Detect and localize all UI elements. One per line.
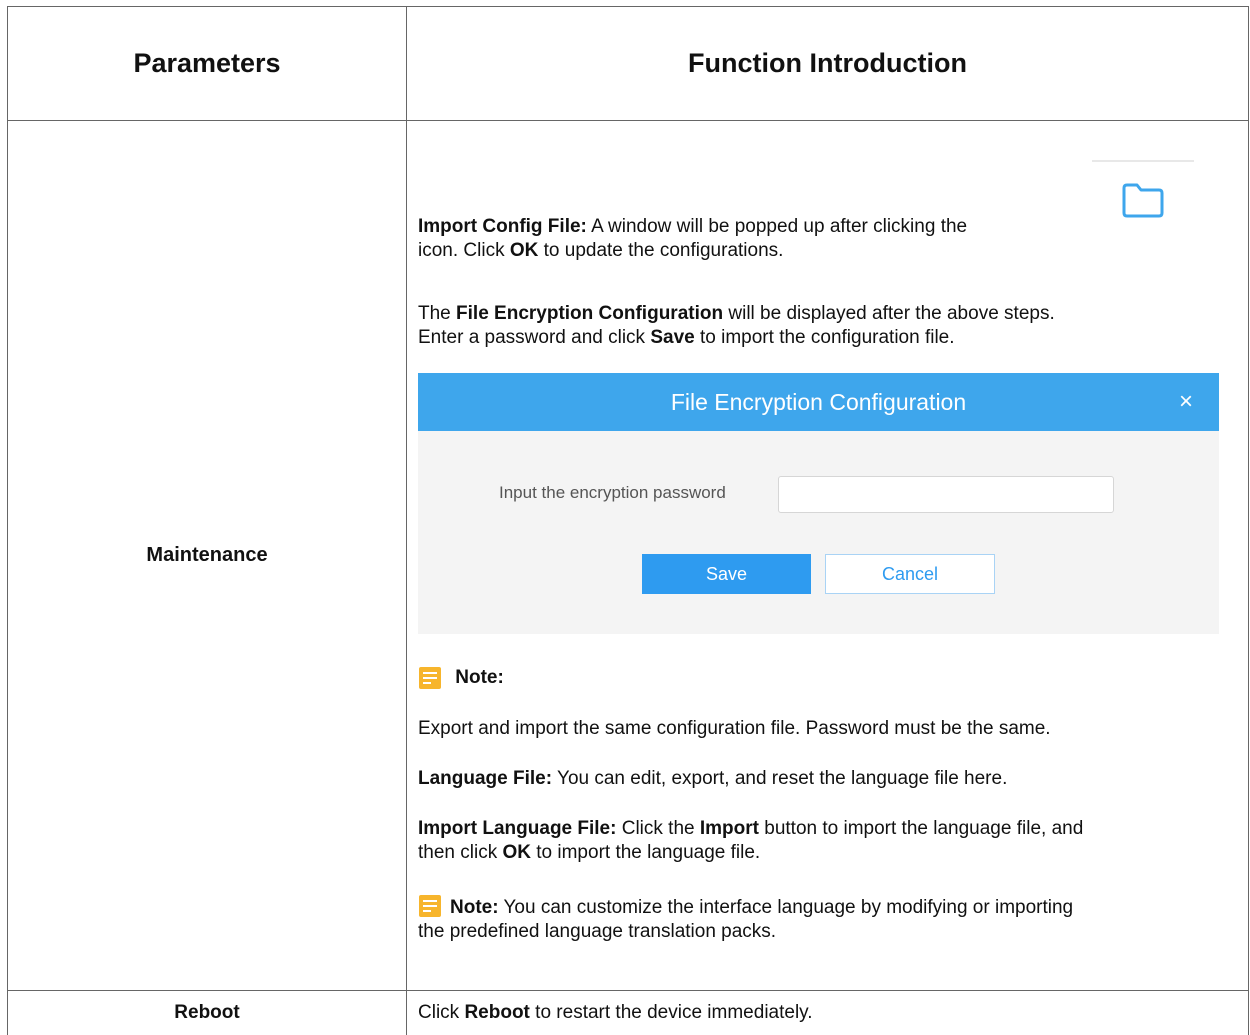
folder-icon-divider bbox=[1092, 160, 1194, 162]
cancel-button[interactable]: Cancel bbox=[825, 554, 995, 594]
language-file-label: Language File: bbox=[418, 768, 553, 789]
import-config-paragraph: Import Config File: A window will be pop… bbox=[418, 216, 968, 261]
table-border-right bbox=[1248, 6, 1249, 1035]
param-maintenance: Maintenance bbox=[146, 544, 268, 566]
import-language-label: Import Language File: bbox=[418, 818, 617, 839]
note-text: Export and import the same configuration… bbox=[418, 718, 1051, 739]
close-icon[interactable]: × bbox=[1179, 388, 1193, 416]
note2-label: Note: bbox=[450, 897, 499, 918]
note-title: Note: bbox=[455, 667, 504, 688]
dialog-header: File Encryption Configuration × bbox=[418, 373, 1219, 431]
table-column-divider bbox=[406, 6, 407, 1035]
dialog-title: File Encryption Configuration bbox=[670, 388, 967, 415]
header-function-introduction: Function Introduction bbox=[688, 48, 967, 78]
import-language-paragraph: Import Language File: Click the Import b… bbox=[418, 818, 1084, 863]
folder-icon[interactable] bbox=[1121, 182, 1165, 218]
file-encryption-dialog: File Encryption Configuration × Input th… bbox=[418, 373, 1219, 634]
param-reboot: Reboot bbox=[174, 1002, 240, 1023]
reboot-description: Click Reboot to restart the device immed… bbox=[418, 1002, 813, 1023]
password-label: Input the encryption password bbox=[499, 483, 726, 502]
note-icon bbox=[419, 666, 441, 689]
encryption-password-input[interactable] bbox=[778, 476, 1114, 513]
import-config-label: Import Config File: bbox=[418, 216, 587, 237]
save-button[interactable]: Save bbox=[642, 554, 811, 594]
language-note-paragraph: Note: You can customize the interface la… bbox=[418, 894, 1230, 944]
encryption-paragraph: The File Encryption Configuration will b… bbox=[418, 303, 1055, 348]
language-file-paragraph: Language File: You can edit, export, and… bbox=[418, 768, 1008, 789]
note-icon bbox=[419, 894, 441, 917]
note-heading: Note: bbox=[418, 665, 1230, 691]
header-parameters: Parameters bbox=[133, 48, 281, 78]
